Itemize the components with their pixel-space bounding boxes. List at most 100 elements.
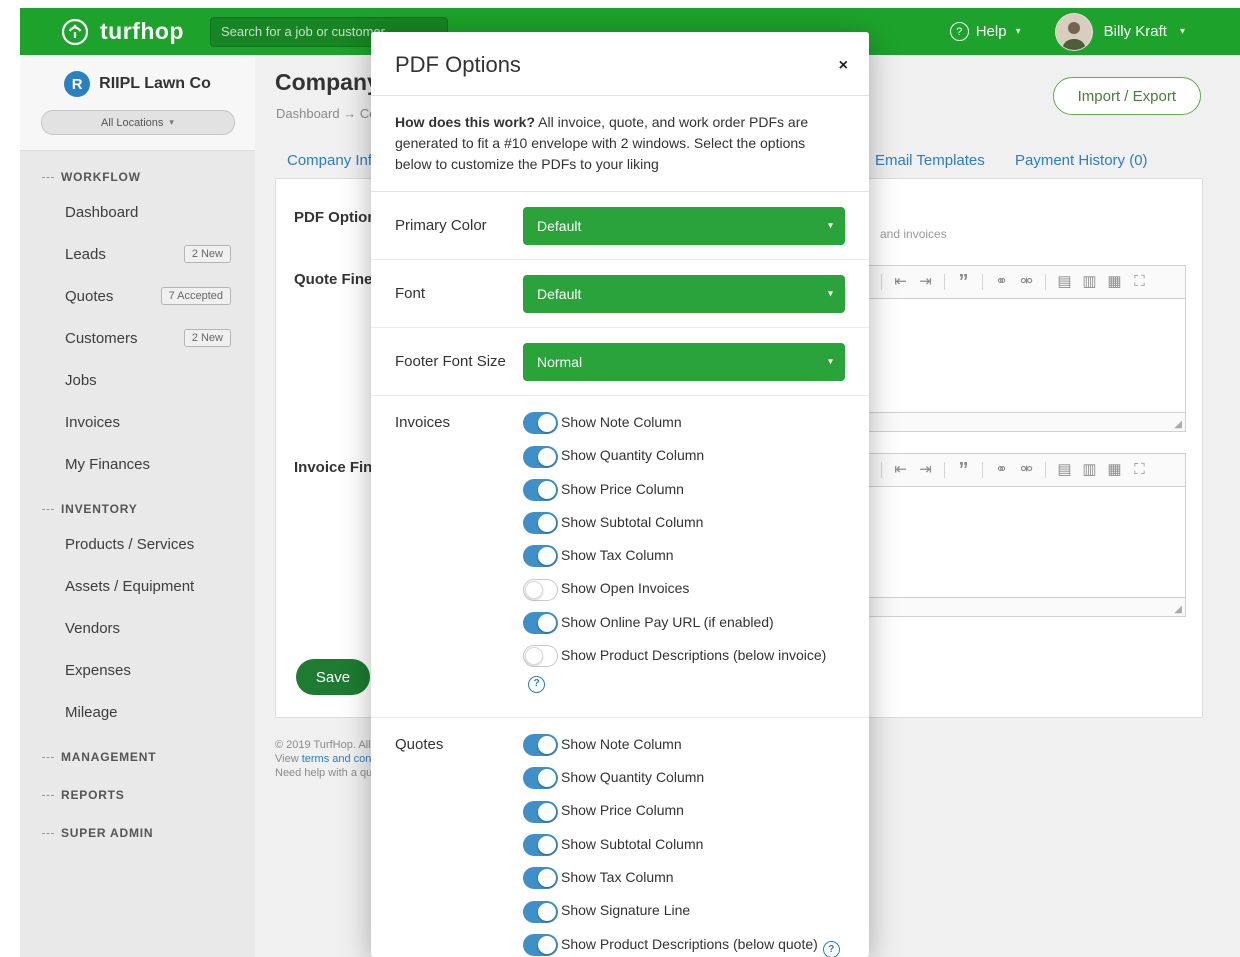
toggle-knob xyxy=(538,836,556,854)
toggle-knob xyxy=(538,481,556,499)
toggle-switch[interactable] xyxy=(523,934,558,956)
toggle-switch[interactable] xyxy=(523,901,558,923)
sidebar-item[interactable]: Invoices xyxy=(20,401,255,443)
help-label: Help xyxy=(976,23,1007,40)
resize-handle-icon[interactable]: ◢ xyxy=(1174,605,1182,615)
unlink-icon[interactable]: ⚮ xyxy=(1014,266,1039,298)
sidebar-item[interactable]: Dashboard xyxy=(20,191,255,233)
toggle-switch[interactable] xyxy=(523,767,558,789)
table-icon[interactable]: ▦ xyxy=(1102,266,1127,298)
sidebar-item-label: Products / Services xyxy=(65,536,194,553)
link-icon[interactable]: ⚭ xyxy=(989,266,1014,298)
section-header-management[interactable]: MANAGEMENT xyxy=(20,733,255,771)
company-name: RIIPL Lawn Co xyxy=(99,75,211,93)
toggle-switch[interactable] xyxy=(523,612,558,634)
import-export-button[interactable]: Import / Export xyxy=(1053,77,1201,115)
image-icon[interactable]: ▤ xyxy=(1052,454,1077,486)
blockquote-icon[interactable]: ” xyxy=(951,266,976,298)
selected-value: Default xyxy=(537,286,581,302)
toggle-switch[interactable] xyxy=(523,834,558,856)
chevron-down-icon: ▾ xyxy=(1016,26,1021,37)
font-select[interactable]: Default ▾ xyxy=(523,275,845,313)
brand-logo[interactable]: turfhop xyxy=(60,17,184,47)
sidebar-item[interactable]: Vendors xyxy=(20,607,255,649)
primary-color-select[interactable]: Default ▾ xyxy=(523,207,845,245)
link-icon[interactable]: ⚭ xyxy=(989,454,1014,486)
outdent-icon[interactable]: ⇤ xyxy=(888,266,913,298)
sidebar-item[interactable]: Assets / Equipment xyxy=(20,565,255,607)
toggle-label: Show Quantity Column xyxy=(561,447,704,463)
toggle-row: Show Note Column xyxy=(523,733,845,756)
toggle-switch[interactable] xyxy=(523,645,558,667)
footer-font-size-select[interactable]: Normal ▾ xyxy=(523,343,845,381)
toggle-switch[interactable] xyxy=(523,479,558,501)
blockquote-icon[interactable]: ” xyxy=(951,454,976,486)
help-menu[interactable]: ? Help ▾ xyxy=(950,22,1021,41)
breadcrumb-dashboard[interactable]: Dashboard xyxy=(276,106,340,121)
outdent-icon[interactable]: ⇤ xyxy=(888,454,913,486)
toggle-row: Show Tax Column xyxy=(523,544,845,567)
section-header-super-admin[interactable]: SUPER ADMIN xyxy=(20,809,255,847)
sidebar-item[interactable]: Quotes 7 Accepted xyxy=(20,275,255,317)
toggle-switch[interactable] xyxy=(523,801,558,823)
location-selector[interactable]: All Locations ▾ xyxy=(41,110,235,135)
sidebar-item[interactable]: Mileage xyxy=(20,691,255,733)
toggle-switch[interactable] xyxy=(523,734,558,756)
chevron-down-icon: ▾ xyxy=(828,289,833,300)
toggle-switch[interactable] xyxy=(523,512,558,534)
modal-title: PDF Options xyxy=(395,52,521,77)
breadcrumb-arrow-icon: → xyxy=(343,106,356,121)
resize-handle-icon[interactable]: ◢ xyxy=(1174,420,1182,430)
save-button[interactable]: Save xyxy=(296,659,370,695)
user-name: Billy Kraft xyxy=(1104,23,1167,40)
toggle-switch[interactable] xyxy=(523,867,558,889)
section-header-workflow: WORKFLOW xyxy=(20,153,255,191)
toggle-row: Show Price Column xyxy=(523,478,845,501)
modal-header: PDF Options × xyxy=(371,32,869,96)
maximize-icon[interactable]: ⛶ xyxy=(1127,454,1152,486)
tab-email-templates[interactable]: Email Templates xyxy=(875,152,985,169)
image-placeholder-icon[interactable]: ▥ xyxy=(1077,454,1102,486)
indent-icon[interactable]: ⇥ xyxy=(913,266,938,298)
toggle-row: Show Subtotal Column xyxy=(523,511,845,534)
toggle-switch[interactable] xyxy=(523,446,558,468)
sidebar-item-label: Assets / Equipment xyxy=(65,578,194,595)
company-logo: R xyxy=(64,71,90,97)
sidebar-item[interactable]: Leads 2 New xyxy=(20,233,255,275)
primary-color-row: Primary Color Default ▾ xyxy=(371,192,869,260)
section-dash-icon xyxy=(42,509,54,510)
toggle-switch[interactable] xyxy=(523,579,558,601)
section-dash-icon xyxy=(42,833,54,834)
tab-payment-history[interactable]: Payment History (0) xyxy=(1015,152,1148,169)
section-header-reports[interactable]: REPORTS xyxy=(20,771,255,809)
sidebar-item-label: Customers xyxy=(65,330,138,347)
sidebar: R RIIPL Lawn Co All Locations ▾ WORKFLOW… xyxy=(20,55,255,957)
toggle-switch[interactable] xyxy=(523,412,558,434)
image-placeholder-icon[interactable]: ▥ xyxy=(1077,266,1102,298)
unlink-icon[interactable]: ⚮ xyxy=(1014,454,1039,486)
sidebar-item[interactable]: Expenses xyxy=(20,649,255,691)
location-label: All Locations xyxy=(101,117,163,129)
invoices-label: Invoices xyxy=(395,411,523,703)
table-icon[interactable]: ▦ xyxy=(1102,454,1127,486)
avatar xyxy=(1055,13,1093,51)
chevron-down-icon: ▾ xyxy=(1180,26,1185,37)
company-selector[interactable]: R RIIPL Lawn Co xyxy=(20,71,255,97)
toggle-row: Show Note Column xyxy=(523,411,845,434)
toggle-row: Show Price Column xyxy=(523,799,845,822)
invoices-toggle-list: Show Note Column Show Quantity Column Sh… xyxy=(523,411,845,703)
sidebar-item[interactable]: My Finances xyxy=(20,443,255,485)
sidebar-item[interactable]: Jobs xyxy=(20,359,255,401)
tab-company-info[interactable]: Company Info xyxy=(287,152,380,169)
indent-icon[interactable]: ⇥ xyxy=(913,454,938,486)
maximize-icon[interactable]: ⛶ xyxy=(1127,266,1152,298)
sidebar-item[interactable]: Customers 2 New xyxy=(20,317,255,359)
user-menu[interactable]: Billy Kraft ▾ xyxy=(1055,13,1185,51)
help-icon[interactable]: ? xyxy=(528,676,545,693)
sidebar-menu: WORKFLOW Dashboard Leads 2 New Quote xyxy=(20,151,255,847)
close-icon[interactable]: × xyxy=(839,58,848,74)
help-icon[interactable]: ? xyxy=(823,941,840,957)
sidebar-item[interactable]: Products / Services xyxy=(20,523,255,565)
toggle-switch[interactable] xyxy=(523,545,558,567)
image-icon[interactable]: ▤ xyxy=(1052,266,1077,298)
